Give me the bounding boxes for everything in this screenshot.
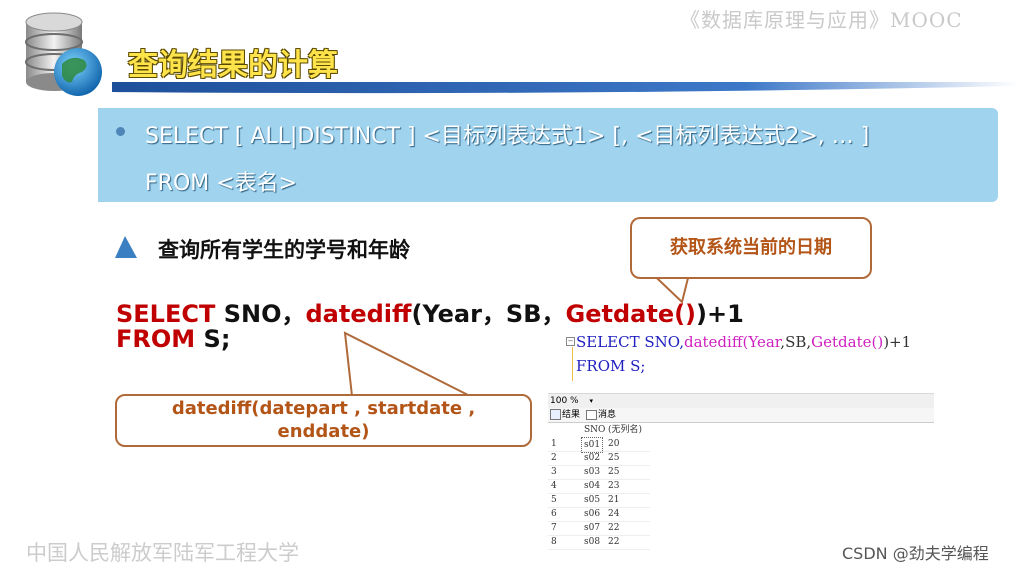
cell-age: 25 [608, 467, 620, 477]
code-margin-line [572, 347, 573, 381]
row-number: 8 [551, 537, 557, 547]
grid-icon [550, 409, 561, 420]
tab-results[interactable]: 结果 [562, 408, 580, 422]
row-number: 5 [551, 495, 557, 505]
row-number: 6 [551, 509, 557, 519]
table-row[interactable]: 6 s06 24 [548, 507, 650, 522]
code-tail: )+1 [883, 333, 912, 351]
row-number: 3 [551, 467, 557, 477]
table-row[interactable]: 3 s03 25 [548, 465, 650, 480]
callout-datediff-line2: enddate) [277, 421, 370, 442]
code-datediff: datediff( [683, 333, 749, 351]
row-number: 1 [551, 439, 557, 449]
code-line-1: SELECT SNO,datediff(Year,SB,Getdate())+1 [576, 333, 911, 351]
cell-age: 22 [608, 523, 620, 533]
table-row[interactable]: 1 s01 20 [548, 437, 650, 453]
cell-age: 24 [608, 509, 620, 519]
csdn-watermark: CSDN @劲夫学编程 [842, 544, 989, 563]
code-year: Year [748, 333, 781, 351]
sql-datediff: datediff [305, 300, 412, 328]
table-row[interactable]: 5 s05 21 [548, 493, 650, 508]
page-title: 查询结果的计算 [128, 48, 338, 83]
col-sno-header: SNO [584, 425, 606, 435]
sql-from-keyword: FROM [116, 325, 196, 353]
callout-datediff-line1: datediff(datepart , startdate , [171, 398, 476, 419]
syntax-from-line: FROM <表名> [145, 171, 298, 196]
results-tabs: 结果 消息 [548, 408, 934, 423]
row-number: 7 [551, 523, 557, 533]
cell-sno: s05 [584, 495, 601, 505]
code-line-2: FROM S; [576, 357, 646, 375]
table-row[interactable]: 2 s02 25 [548, 451, 650, 466]
cell-sno: s04 [584, 481, 601, 491]
triangle-bullet-icon [115, 236, 137, 258]
tab-messages[interactable]: 消息 [598, 408, 616, 422]
cell-age: 20 [608, 439, 620, 449]
grid-header: SNO (无列名) [548, 423, 650, 437]
cell-age: 25 [608, 453, 620, 463]
sql-from-tail: S; [195, 325, 231, 353]
sql-args: (Year，SB， [411, 300, 566, 328]
query-heading: 查询所有学生的学号和年龄 [158, 238, 410, 262]
col-noname-header: (无列名) [608, 425, 643, 435]
sql-tail: )+1 [696, 300, 744, 328]
sql-sno: SNO， [215, 300, 306, 328]
cell-sno: s08 [584, 537, 601, 547]
cell-sno: s02 [584, 453, 601, 463]
sql-line-1: SELECT SNO，datediff(Year，SB，Getdate())+1 [116, 294, 744, 329]
cell-age: 22 [608, 537, 620, 547]
code-select: SELECT SNO, [576, 333, 684, 351]
sql-line-2: FROM S; [116, 325, 230, 353]
row-number: 4 [551, 481, 557, 491]
collapse-icon: − [566, 337, 575, 346]
code-sb: ,SB, [780, 333, 812, 351]
table-row[interactable]: 7 s07 22 [548, 521, 650, 536]
zoom-dropdown-icon[interactable]: ▾ [589, 397, 593, 405]
table-row[interactable]: 8 s08 22 [548, 535, 650, 550]
ssms-result-screenshot: − SELECT SNO,datediff(Year,SB,Getdate())… [548, 333, 934, 551]
footer-institution: 中国人民解放军陆军工程大学 [26, 541, 299, 565]
cell-sno: s03 [584, 467, 601, 477]
sql-getdate: Getdate() [565, 300, 697, 328]
zoom-bar: 100 % ▾ [548, 393, 934, 408]
cell-age: 23 [608, 481, 620, 491]
cell-sno: s06 [584, 509, 601, 519]
callout-getdate: 获取系统当前的日期 [630, 217, 872, 279]
zoom-level[interactable]: 100 % [550, 396, 579, 406]
database-globe-icon [25, 12, 102, 96]
syntax-select-line: SELECT [ ALL|DISTINCT ] <目标列表达式1> [, <目标… [145, 124, 870, 149]
cell-age: 21 [608, 495, 620, 505]
title-underline [112, 82, 1018, 94]
callout-datediff: datediff(datepart , startdate , enddate) [115, 394, 532, 447]
code-getdate: Getdate() [811, 333, 884, 351]
row-number: 2 [551, 453, 557, 463]
bullet-dot [116, 127, 125, 136]
sql-select-keyword: SELECT [116, 300, 216, 328]
table-row[interactable]: 4 s04 23 [548, 479, 650, 494]
cell-sno: s07 [584, 523, 601, 533]
course-title: 《数据库原理与应用》MOOC [680, 8, 963, 32]
message-icon [586, 410, 597, 420]
